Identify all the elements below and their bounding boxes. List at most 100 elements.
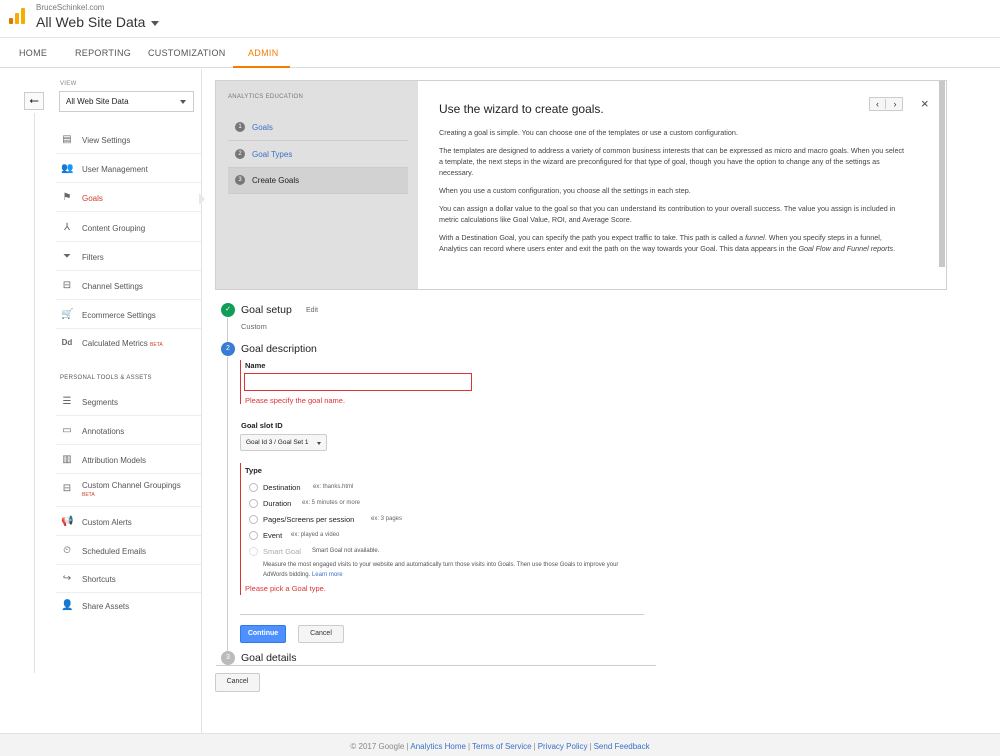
chevron-down-icon — [317, 442, 321, 445]
account-name[interactable]: BruceSchinkel.com — [36, 3, 104, 12]
goal-slot-select[interactable]: Goal Id 3 / Goal Set 1 — [240, 434, 327, 451]
active-item-notch — [199, 193, 205, 205]
name-error: Please specify the goal name. — [245, 396, 346, 405]
radio-button[interactable] — [249, 499, 258, 508]
app-header: BruceSchinkel.com All Web Site Data — [0, 0, 1000, 36]
comment-icon: ▭ — [62, 425, 72, 436]
sidebar-item-attribution-models[interactable]: ▥ Attribution Models — [56, 446, 201, 474]
goal-slot-label: Goal slot ID — [241, 421, 283, 430]
sidebar-item-content-grouping[interactable]: ⅄ Content Grouping — [56, 214, 201, 242]
person-walk-icon: ⅄ — [63, 222, 71, 233]
sidebar-item-share-assets[interactable]: 👤 Share Assets — [56, 592, 201, 620]
type-option-label: Duration — [263, 499, 292, 508]
radio-button[interactable] — [249, 515, 258, 524]
text-emphasis: Goal Flow and Funnel reports — [798, 244, 894, 253]
view-selector[interactable]: All Web Site Data — [59, 91, 194, 112]
step-number: 2 — [221, 342, 235, 356]
footer-link-feedback[interactable]: Send Feedback — [594, 742, 650, 751]
document-icon: ▤ — [62, 134, 72, 145]
sidebar-item-custom-alerts[interactable]: 📢 Custom Alerts — [56, 508, 201, 536]
education-heading: ANALYTICS EDUCATION — [228, 94, 304, 100]
add-user-icon: 👤 — [61, 600, 74, 611]
education-steps: ANALYTICS EDUCATION 1 Goals 2 Goal Types… — [216, 81, 418, 289]
cart-icon: 🛒 — [61, 309, 74, 320]
chevron-right-icon[interactable]: › — [887, 99, 903, 109]
education-step-goals[interactable]: 1 Goals — [228, 115, 408, 141]
beta-badge: BETA — [82, 492, 95, 498]
sidebar-item-filters[interactable]: ⏷ Filters — [56, 243, 201, 271]
education-paragraph: You can assign a dollar value to the goa… — [439, 204, 896, 224]
footer-link-terms[interactable]: Terms of Service — [472, 742, 532, 751]
sidebar-item-segments[interactable]: ☰ Segments — [56, 388, 201, 416]
goal-setup-title: Goal setup — [241, 304, 292, 316]
cancel-button[interactable]: Cancel — [298, 625, 344, 643]
tab-customization[interactable]: CUSTOMIZATION — [148, 48, 226, 58]
sidebar-item-scheduled-emails[interactable]: ⏲ Scheduled Emails — [56, 537, 201, 565]
analytics-education-panel: ANALYTICS EDUCATION 1 Goals 2 Goal Types… — [215, 80, 947, 290]
back-button[interactable]: ⭠ — [24, 92, 44, 110]
goal-details-title: Goal details — [241, 652, 297, 664]
tab-reporting[interactable]: REPORTING — [75, 48, 131, 58]
sidebar-item-label: Share Assets — [82, 602, 130, 611]
chevron-left-icon[interactable]: ‹ — [870, 99, 886, 109]
footer-link-analytics-home[interactable]: Analytics Home — [410, 742, 466, 751]
education-scrollbar[interactable] — [939, 81, 945, 267]
sidebar-item-label: Custom Channel Groupings — [82, 481, 181, 490]
check-icon: ✓ — [221, 303, 235, 317]
continue-button[interactable]: Continue — [240, 625, 286, 643]
step-number: 2 — [235, 149, 245, 159]
type-option-example: ex: played a video — [291, 532, 340, 538]
sidebar-item-goals[interactable]: ⚑ Goals — [56, 184, 201, 212]
sidebar-item-shortcuts[interactable]: ↪ Shortcuts — [56, 565, 201, 593]
type-option-example: ex: 3 pages — [371, 516, 403, 522]
radio-button[interactable] — [249, 483, 258, 492]
sidebar-item-label: Goals — [82, 194, 103, 203]
error-indicator — [240, 463, 241, 595]
funnel-icon: ⏷ — [63, 251, 71, 262]
sidebar-item-user-management[interactable]: 👥 User Management — [56, 155, 201, 183]
view-selector-value: All Web Site Data — [66, 97, 129, 106]
admin-sidebar: ⭠ VIEW All Web Site Data ▤ View Settings… — [0, 69, 202, 733]
type-label: Type — [245, 466, 262, 475]
sidebar-item-annotations[interactable]: ▭ Annotations — [56, 417, 201, 445]
sidebar-item-label: Filters — [82, 253, 104, 262]
sidebar-item-label: Attribution Models — [82, 456, 147, 465]
tab-admin[interactable]: ADMIN — [248, 48, 279, 58]
goal-setup-edit-link[interactable]: Edit — [306, 307, 318, 314]
sidebar-item-channel-settings[interactable]: ⊟ Channel Settings — [56, 272, 201, 300]
tab-home[interactable]: HOME — [19, 48, 47, 58]
close-icon[interactable]: × — [921, 96, 929, 111]
section-heading: PERSONAL TOOLS & ASSETS — [60, 375, 152, 381]
arrow-left-icon: ⭠ — [29, 93, 39, 107]
bars-icon: ▥ — [62, 454, 72, 465]
section-divider — [216, 665, 656, 666]
goal-name-input[interactable] — [244, 373, 472, 391]
analytics-logo-icon[interactable] — [9, 8, 25, 24]
sidebar-item-custom-channel-groupings[interactable]: ⊟ Custom Channel Groupings BETA — [56, 475, 201, 507]
sidebar-item-label: Segments — [82, 398, 119, 407]
form-divider — [240, 614, 644, 615]
step-number: 1 — [235, 122, 245, 132]
learn-more-link[interactable]: Learn more — [312, 572, 343, 578]
goal-setup-value: Custom — [241, 322, 267, 331]
page-scrollbar[interactable] — [983, 69, 1000, 733]
sidebar-item-view-settings[interactable]: ▤ View Settings — [56, 126, 201, 154]
sidebar-item-ecommerce-settings[interactable]: 🛒 Ecommerce Settings — [56, 301, 201, 329]
education-pager: ‹ › — [869, 97, 903, 111]
step-label: Create Goals — [252, 176, 300, 185]
property-selector[interactable]: All Web Site Data — [36, 14, 160, 30]
type-option-label: Event — [263, 531, 283, 540]
type-option-example: ex: thanks.html — [313, 484, 354, 490]
channel-group-icon: ⊟ — [62, 483, 72, 494]
education-paragraph: The templates are designed to address a … — [439, 146, 905, 177]
chevron-down-icon — [151, 20, 160, 26]
radio-button[interactable] — [249, 531, 258, 540]
education-text: Creating a goal is simple. You can choos… — [439, 127, 909, 261]
footer-link-privacy[interactable]: Privacy Policy — [538, 742, 588, 751]
education-step-goal-types[interactable]: 2 Goal Types — [228, 142, 408, 168]
type-option-example: ex: 5 minutes or more — [302, 500, 361, 506]
education-step-create-goals[interactable]: 3 Create Goals — [228, 168, 408, 194]
sidebar-item-calculated-metrics[interactable]: Dd Calculated Metrics BETA — [56, 329, 201, 357]
bottom-cancel-button[interactable]: Cancel — [215, 673, 260, 692]
users-icon: 👥 — [61, 163, 74, 174]
